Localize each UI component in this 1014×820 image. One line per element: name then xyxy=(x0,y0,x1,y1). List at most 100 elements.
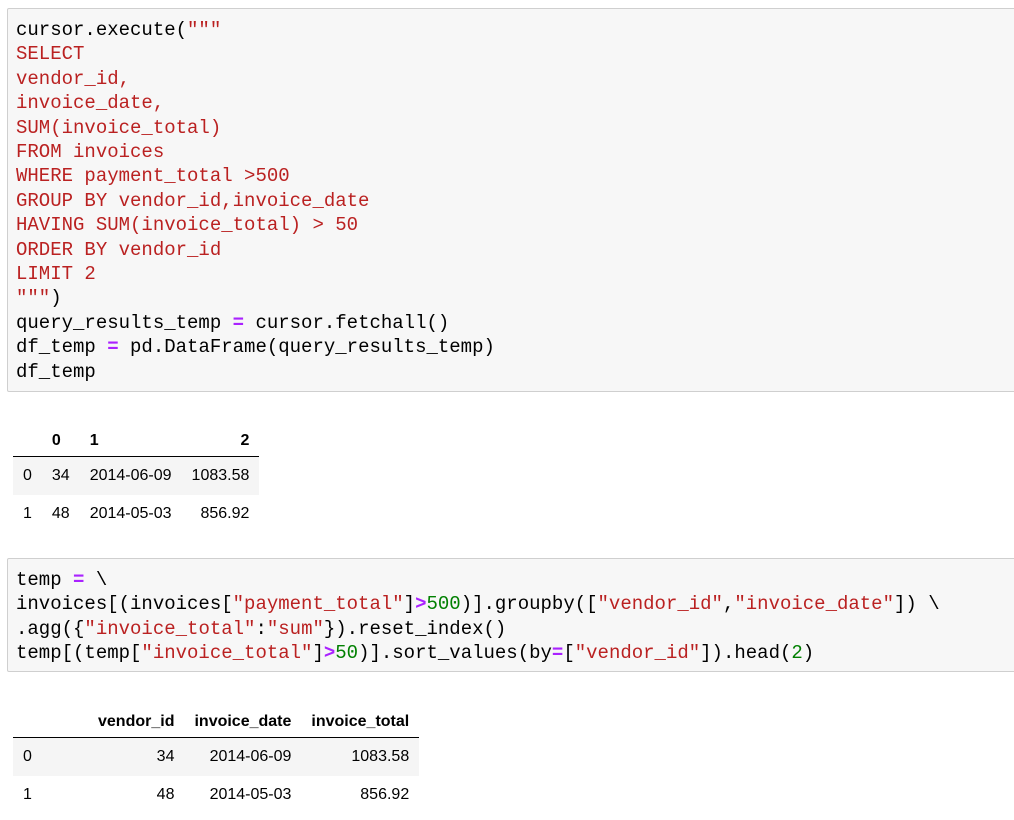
code-token: ] xyxy=(403,593,416,616)
code-cell-sql-query[interactable]: cursor.execute(""" SELECT vendor_id, invoic… xyxy=(7,8,1014,392)
dataframe-output-1: 012 0 34 2014-06-09 1083.58 1 48 2014-05-03 856… xyxy=(13,426,260,533)
column-header xyxy=(13,707,88,738)
code-line: df_temp xyxy=(16,360,1014,384)
code-line: .agg({"invoice_total":"sum"}).reset_inde… xyxy=(16,617,1014,641)
code-token: SELECT xyxy=(16,43,85,66)
table-cell: 34 xyxy=(51,467,70,484)
table-cell: 2014-06-09 xyxy=(209,748,292,765)
code-token: """ xyxy=(187,19,222,41)
column-header: 0 xyxy=(41,426,80,457)
code-token: ]) \ xyxy=(894,593,940,616)
code-line: invoice_date, xyxy=(16,91,1014,115)
table-cell: 1083.58 xyxy=(351,748,410,765)
code-line: GROUP BY vendor_id,invoice_date xyxy=(16,189,1014,213)
code-token: [ xyxy=(563,642,575,665)
code-token: query_results_temp xyxy=(16,311,233,334)
table-row: 0 34 2014-06-09 1083.58 xyxy=(13,456,260,495)
code-token: """ xyxy=(16,287,51,310)
code-token: cursor.execute( xyxy=(16,19,188,41)
column-header: invoice_total xyxy=(301,707,420,738)
code-line: HAVING SUM(invoice_total) > 50 xyxy=(16,213,1014,237)
row-index: 0 xyxy=(23,748,32,765)
code-token: "invoice_total" xyxy=(84,617,256,640)
code-token: )].groupby([ xyxy=(460,593,598,616)
code-line: invoices[(invoices["payment_total"]>500)… xyxy=(16,592,1014,616)
code-token: \ xyxy=(84,569,108,591)
code-cell-pandas-query[interactable]: temp = \ invoices[(invoices["payment_tota… xyxy=(7,558,1014,672)
code-token: "sum" xyxy=(266,617,324,640)
code-token: , xyxy=(722,593,735,616)
code-token: = xyxy=(73,569,85,591)
code-line: vendor_id, xyxy=(16,67,1014,91)
code-token: vendor_id, xyxy=(16,67,131,90)
code-token: = xyxy=(232,311,245,334)
code-token: : xyxy=(255,617,267,640)
row-index: 1 xyxy=(23,505,32,522)
table-row: 1 48 2014-05-03 856.92 xyxy=(13,776,419,814)
code-token: )].sort_values(by xyxy=(358,642,552,665)
code-token: SUM(invoice_total) xyxy=(16,116,222,139)
table-cell: 2014-05-03 xyxy=(89,505,172,522)
code-token: ] xyxy=(312,642,324,665)
table-cell: 856.92 xyxy=(360,786,410,803)
code-token: "payment_total" xyxy=(232,593,404,616)
code-token: ]).head( xyxy=(700,642,792,665)
code-line: SUM(invoice_total) xyxy=(16,116,1014,140)
row-index: 1 xyxy=(23,786,32,803)
code-token: cursor.fetchall() xyxy=(244,311,450,334)
code-token: "vendor_id" xyxy=(597,593,723,616)
code-editor-2[interactable]: temp = \ invoices[(invoices["payment_tota… xyxy=(8,559,1014,666)
code-token: df_temp xyxy=(16,360,96,383)
table-cell: 48 xyxy=(156,786,175,803)
code-token: 500 xyxy=(426,593,461,616)
column-header: invoice_date xyxy=(184,707,302,738)
column-header: vendor_id xyxy=(88,707,185,738)
column-header: 1 xyxy=(79,426,182,457)
code-token: ORDER BY vendor_id xyxy=(16,238,222,261)
code-token: "vendor_id" xyxy=(574,642,701,665)
code-token: }).reset_index() xyxy=(323,617,507,640)
code-token: WHERE payment_total >500 xyxy=(16,165,290,188)
code-token: invoice_date, xyxy=(16,92,165,115)
code-token: temp[(temp[ xyxy=(16,642,142,665)
code-token: ) xyxy=(802,642,815,665)
code-token: pd.DataFrame(query_results_temp) xyxy=(118,336,495,359)
code-line: LIMIT 2 xyxy=(16,262,1014,286)
column-header: 2 xyxy=(181,426,260,457)
code-token: > xyxy=(323,642,336,665)
table-cell: 34 xyxy=(156,748,175,765)
code-line: FROM invoices xyxy=(16,140,1014,164)
code-token: "invoice_total" xyxy=(141,642,313,665)
code-token: FROM invoices xyxy=(16,141,165,164)
code-token: HAVING SUM(invoice_total) > 50 xyxy=(16,214,359,237)
code-editor-1[interactable]: cursor.execute(""" SELECT vendor_id, invoic… xyxy=(8,9,1014,384)
code-line: query_results_temp = cursor.fetchall() xyxy=(16,311,1014,335)
code-token: = xyxy=(107,336,119,359)
code-token: invoices[(invoices[ xyxy=(16,593,233,616)
table-row: 1 48 2014-05-03 856.92 xyxy=(13,495,259,533)
table-cell: 2014-05-03 xyxy=(209,786,292,803)
code-token: LIMIT 2 xyxy=(16,263,96,286)
code-token: 2 xyxy=(791,642,803,665)
table-cell: 48 xyxy=(51,505,70,522)
table-row: 0 34 2014-06-09 1083.58 xyxy=(13,737,420,776)
code-line: ORDER BY vendor_id xyxy=(16,238,1014,262)
table-header-row: vendor_id invoice_date invoice_total xyxy=(13,707,420,738)
row-index: 0 xyxy=(23,467,32,484)
code-token: ) xyxy=(50,287,62,310)
table-cell: 1083.58 xyxy=(191,467,250,484)
dataframe-output-2: vendor_id invoice_date invoice_total 0 34 20… xyxy=(13,707,420,814)
table-header-row: 012 xyxy=(13,426,260,457)
code-line: temp = \ xyxy=(16,568,1014,592)
code-line: temp[(temp["invoice_total"]>50)].sort_va… xyxy=(16,641,1014,665)
table-cell: 856.92 xyxy=(200,505,250,522)
code-token: temp xyxy=(16,569,74,591)
code-token: .agg({ xyxy=(16,617,85,640)
code-token: 50 xyxy=(335,642,359,665)
table-cell: 2014-06-09 xyxy=(89,467,172,484)
code-token: > xyxy=(415,593,427,616)
code-token: GROUP BY vendor_id,invoice_date xyxy=(16,189,370,212)
code-line: cursor.execute(""" xyxy=(16,18,1014,42)
code-token: df_temp xyxy=(16,336,108,359)
code-token: = xyxy=(551,642,564,665)
